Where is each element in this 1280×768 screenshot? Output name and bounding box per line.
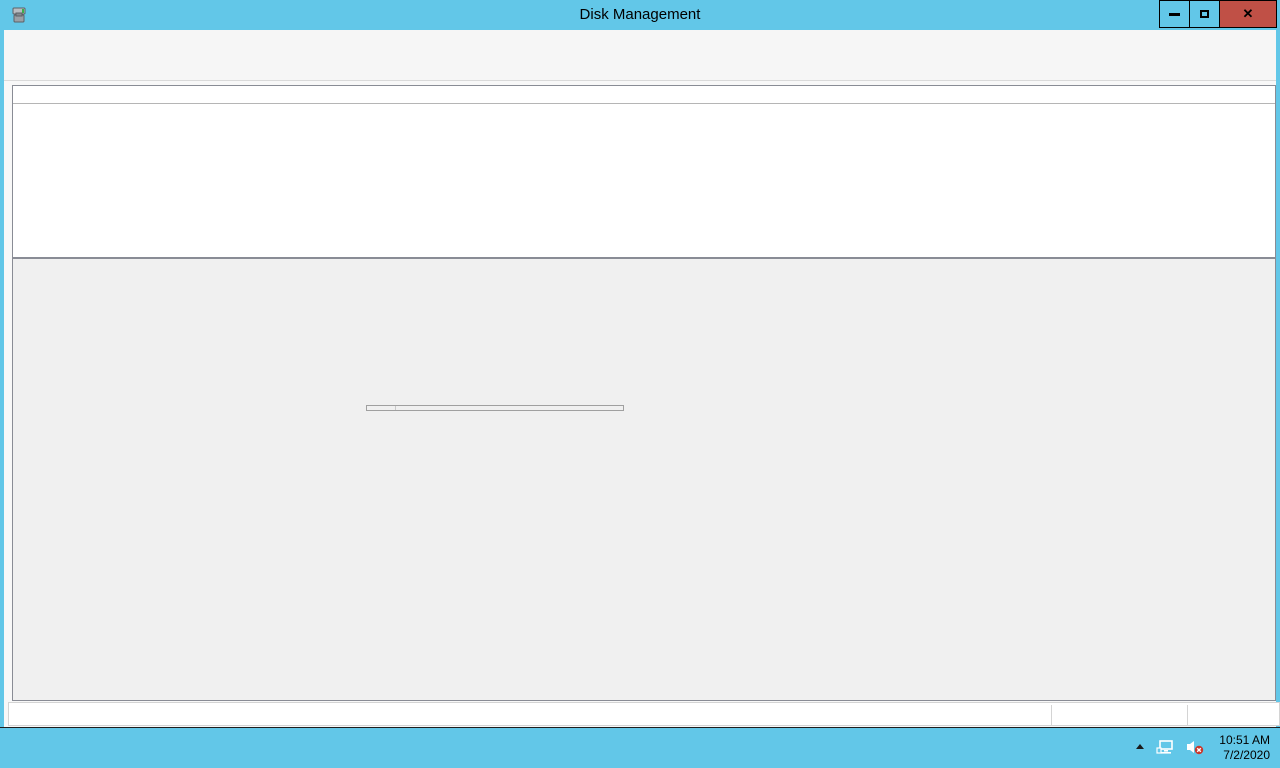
window-title: Disk Management [0,0,1280,30]
maximize-icon [1200,10,1209,18]
maximize-button[interactable] [1189,0,1219,28]
volume-muted-icon[interactable] [1185,739,1205,758]
graphical-view-pane [13,257,1275,700]
disk-management-window: Disk Management ✕ [0,0,1280,727]
partition-legend [18,677,20,697]
status-bar-divider [1187,705,1188,725]
toolbar [4,53,1276,81]
taskbar-clock[interactable]: 10:51 AM 7/2/2020 [1219,733,1276,763]
menu-bar [4,30,1276,53]
taskbar: 10:51 AM 7/2/2020 [0,727,1280,768]
network-icon[interactable] [1156,739,1175,758]
clock-date: 7/2/2020 [1219,748,1270,763]
volume-list-header [13,86,1275,104]
partition-context-menu [366,405,624,411]
clock-time: 10:51 AM [1219,733,1270,748]
close-icon: ✕ [1243,6,1254,22]
status-bar [8,702,1280,726]
title-bar[interactable]: Disk Management ✕ [0,0,1280,30]
hidden-icons-chevron-icon[interactable] [1134,741,1146,755]
status-bar-divider [1051,705,1052,725]
close-button[interactable]: ✕ [1219,0,1277,28]
minimize-icon [1169,13,1180,16]
volume-list-pane [13,86,1275,257]
minimize-button[interactable] [1159,0,1189,28]
console-content [12,85,1276,701]
